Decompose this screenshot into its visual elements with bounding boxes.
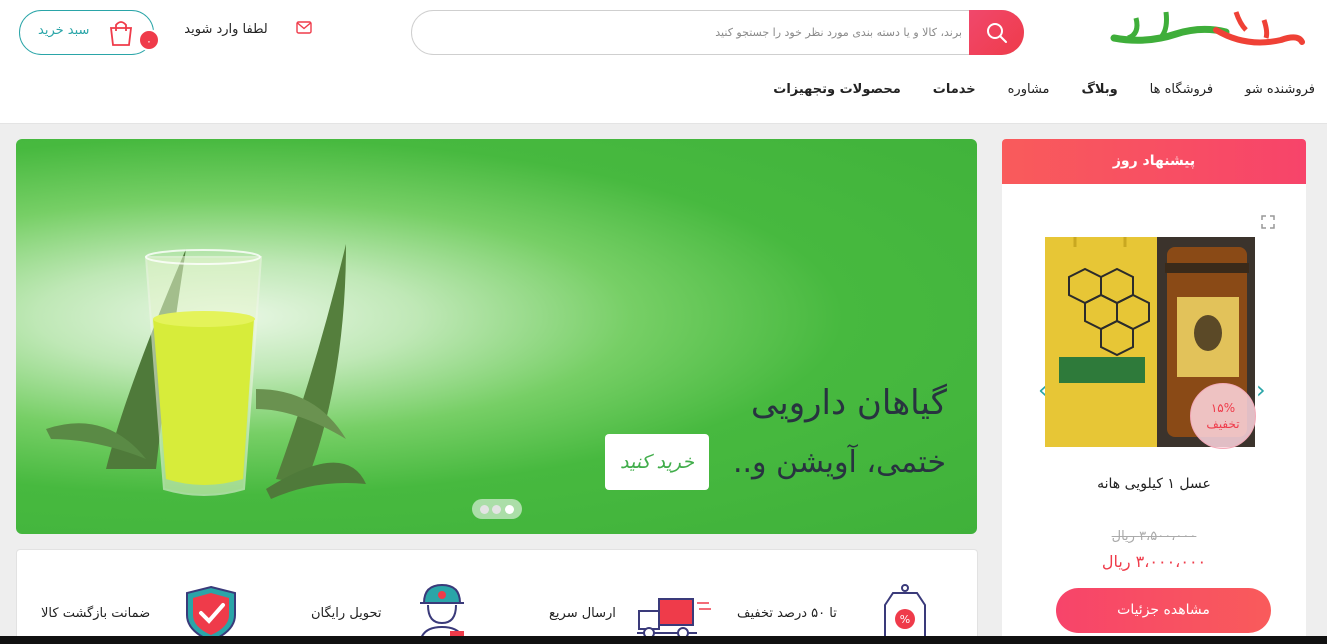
bottom-edge bbox=[0, 636, 1327, 644]
carousel-next-arrow[interactable]: › bbox=[1256, 378, 1272, 402]
discount-badge: ۱۵% تخفیف bbox=[1190, 383, 1256, 449]
slide-subtitle: ختمی، آویشن و.. bbox=[732, 445, 946, 480]
expand-icon[interactable] bbox=[1261, 215, 1275, 229]
old-price: ۳،۵۰۰،۰۰۰ ریال bbox=[1111, 529, 1197, 544]
search-button[interactable] bbox=[969, 10, 1024, 55]
cart-label: سبد خرید bbox=[38, 23, 90, 38]
daily-offer-header: پیشنهاد روز bbox=[1002, 139, 1306, 184]
site-logo[interactable] bbox=[1106, 4, 1306, 56]
search-box bbox=[411, 10, 1024, 55]
svg-text:%: % bbox=[900, 613, 910, 626]
discount-percent: ۱۵% bbox=[1210, 401, 1236, 415]
discount-label: تخفیف bbox=[1206, 417, 1240, 431]
main-nav: محصولات وتجهیزات خدمات مشاوره وبلاگ فروش… bbox=[773, 82, 1315, 97]
discount-tag-icon: % bbox=[884, 584, 926, 640]
new-price: ۳،۰۰۰،۰۰۰ ریال bbox=[1101, 552, 1207, 571]
features-bar: % تا ۵۰ درصد تخفیف ارسال سریع تحویل رایگ… bbox=[16, 549, 978, 644]
feature-fast-shipping: ارسال سریع bbox=[549, 606, 616, 621]
nav-item-stores[interactable]: فروشگاه ها bbox=[1150, 82, 1213, 97]
daily-offer-panel: پیشنهاد روز ‹ › ۱۵% تخفیف عسل ۱ کیلویی ه… bbox=[1002, 139, 1306, 644]
nav-item-services[interactable]: خدمات bbox=[933, 82, 976, 97]
view-details-button[interactable]: مشاهده جزئیات bbox=[1056, 588, 1271, 633]
nav-item-consulting[interactable]: مشاوره bbox=[1008, 82, 1050, 97]
slider-dot-2[interactable] bbox=[492, 504, 502, 514]
delivery-truck-icon bbox=[637, 598, 711, 639]
feature-return-guarantee: ضمانت بازگشت کالا bbox=[41, 606, 151, 621]
login-link[interactable]: لطفا وارد شوید bbox=[176, 22, 276, 37]
feature-discount: تا ۵۰ درصد تخفیف bbox=[737, 606, 837, 621]
nav-item-become-seller[interactable]: فروشنده شو bbox=[1245, 82, 1315, 97]
shopping-bag-icon bbox=[109, 21, 133, 46]
cart-button[interactable]: سبد خرید ۰ bbox=[19, 10, 160, 55]
slider-dot-3[interactable] bbox=[505, 504, 515, 514]
slide-title: گیاهان دارویی bbox=[750, 383, 947, 423]
slide-buy-button[interactable]: خرید کنید bbox=[605, 434, 709, 490]
search-icon bbox=[986, 22, 1007, 43]
delivery-person-icon bbox=[419, 583, 465, 643]
feature-free-delivery: تحویل رایگان bbox=[311, 606, 382, 621]
slider-dot-1[interactable] bbox=[479, 504, 489, 514]
product-name[interactable]: عسل ۱ کیلویی هانه bbox=[1002, 476, 1306, 492]
slider-dots bbox=[472, 499, 522, 519]
nav-item-products[interactable]: محصولات وتجهیزات bbox=[773, 82, 900, 97]
nav-item-blog[interactable]: وبلاگ bbox=[1082, 82, 1118, 97]
mail-icon[interactable] bbox=[296, 21, 312, 35]
search-input[interactable] bbox=[432, 11, 962, 54]
shield-check-icon bbox=[186, 585, 236, 643]
cart-count-badge: ۰ bbox=[138, 29, 160, 51]
site-header: لطفا وارد شوید سبد خرید ۰ محصولات وتجهیز… bbox=[0, 0, 1327, 124]
hero-slider[interactable]: گیاهان دارویی ختمی، آویشن و.. خرید کنید bbox=[16, 139, 977, 534]
